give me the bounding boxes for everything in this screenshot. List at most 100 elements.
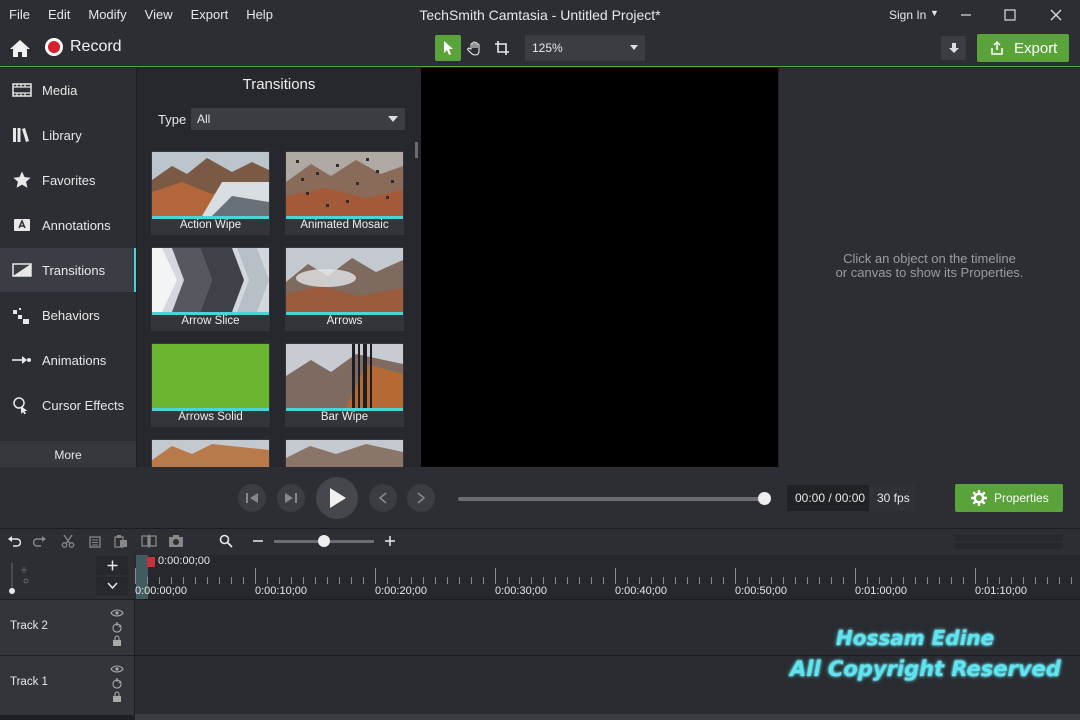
ruler-ticks (135, 568, 1072, 584)
sidebar-item-cursor-effects[interactable]: Cursor Effects (0, 383, 136, 427)
export-button[interactable]: Export (977, 34, 1069, 62)
previous-clip-button[interactable] (369, 484, 397, 512)
transition-thumb-arrows-solid[interactable]: Arrows Solid (151, 343, 270, 427)
main-toolbar: Record 125% Export (0, 29, 1080, 67)
sidebar-item-behaviors[interactable]: Behaviors (0, 293, 136, 337)
minimize-button[interactable] (951, 4, 981, 26)
transition-thumb-animated-mosaic[interactable]: Animated Mosaic (285, 151, 404, 235)
track-height-slider[interactable] (8, 561, 32, 595)
transition-thumb-arrow-slice[interactable]: Arrow Slice (151, 247, 270, 331)
redo-button[interactable] (32, 533, 48, 549)
scrubber-handle[interactable] (758, 492, 771, 505)
playback-scrubber[interactable] (458, 497, 764, 501)
thumb-label: Arrows (326, 315, 363, 327)
menu-view[interactable]: View (136, 7, 182, 22)
zoom-select[interactable]: 125% (525, 35, 645, 61)
close-button[interactable] (1041, 4, 1071, 26)
minus-icon (253, 540, 263, 542)
sidebar-item-transitions[interactable]: Transitions (0, 248, 136, 292)
zoom-out-button[interactable] (250, 533, 266, 549)
plus-icon (385, 536, 395, 546)
next-clip-button[interactable] (407, 484, 435, 512)
track-options-button[interactable] (96, 577, 128, 595)
record-icon[interactable] (45, 38, 63, 56)
close-icon (1050, 9, 1062, 21)
menu-help[interactable]: Help (237, 7, 282, 22)
chevron-down-icon[interactable]: ▼ (930, 8, 939, 18)
hand-icon (467, 41, 480, 56)
zoom-slider-handle[interactable] (318, 535, 330, 547)
home-button[interactable] (9, 38, 31, 61)
fps-value[interactable]: 30 fps (869, 485, 915, 511)
zoom-in-button[interactable] (382, 533, 398, 549)
menu-export[interactable]: Export (182, 7, 238, 22)
sidebar-item-label: Library (42, 128, 82, 143)
watermark-line-1: Hossam Edine (836, 626, 995, 650)
library-icon (13, 128, 29, 142)
maximize-button[interactable] (995, 4, 1025, 26)
sidebar-item-media[interactable]: Media (0, 68, 136, 112)
record-button[interactable]: Record (70, 38, 122, 56)
maximize-icon (1004, 9, 1016, 21)
step-forward-button[interactable] (277, 484, 305, 512)
thumb-label: Arrow Slice (181, 315, 240, 327)
crop-icon (495, 41, 509, 55)
preview-canvas[interactable] (421, 68, 778, 467)
timeline-scroll-area (955, 543, 1063, 549)
cursor-icon (13, 397, 28, 414)
properties-label: Properties (994, 491, 1049, 505)
select-tool[interactable] (435, 35, 461, 61)
undo-button[interactable] (6, 533, 22, 549)
add-track-button[interactable] (96, 556, 128, 575)
chevron-down-icon (630, 45, 638, 50)
track-controls-header (0, 555, 135, 599)
animation-icon (12, 356, 31, 364)
paste-button[interactable] (113, 533, 129, 549)
transition-thumb-bar-wipe[interactable]: Bar Wipe (285, 343, 404, 427)
type-dropdown[interactable]: All (191, 108, 405, 130)
sidebar-item-animations[interactable]: Animations (0, 338, 136, 382)
crop-tool[interactable] (489, 35, 515, 61)
split-button[interactable] (141, 533, 157, 549)
track-toggle-icons[interactable] (110, 664, 124, 704)
track-header[interactable]: Track 2 (0, 600, 135, 655)
sidebar-item-favorites[interactable]: Favorites (0, 158, 136, 202)
zoom-value: 125% (532, 41, 563, 55)
transition-thumb-arrows[interactable]: Arrows (285, 247, 404, 331)
ruler-tick-label: 0:00:10;00 (255, 585, 307, 597)
step-back-button[interactable] (238, 484, 266, 512)
transition-thumb-partial[interactable] (151, 439, 270, 467)
star-icon (13, 171, 31, 188)
copy-button[interactable] (87, 533, 103, 549)
menu-edit[interactable]: Edit (39, 7, 79, 22)
track-name: Track 1 (10, 676, 48, 688)
panel-scrollbar[interactable] (415, 142, 418, 158)
panel-title: Transitions (242, 76, 316, 93)
menu-modify[interactable]: Modify (79, 7, 135, 22)
track-header[interactable]: Track 1 (0, 656, 135, 715)
cut-button[interactable] (60, 533, 76, 549)
track-toggle-icons[interactable] (110, 608, 124, 648)
camera-icon (169, 535, 183, 547)
snapshot-button[interactable] (168, 533, 184, 549)
download-button[interactable] (941, 36, 966, 60)
sign-in-button[interactable]: Sign In (889, 8, 926, 22)
transition-icon (12, 263, 32, 277)
track-name: Track 2 (10, 620, 48, 632)
timeline-scroll-area (955, 535, 1063, 541)
menu-file[interactable]: File (0, 7, 39, 22)
play-button[interactable] (316, 477, 358, 519)
properties-button[interactable]: Properties (955, 484, 1063, 512)
transition-thumb-partial[interactable] (285, 439, 404, 467)
sidebar-item-annotations[interactable]: Annotations (0, 203, 136, 247)
more-button[interactable]: More (0, 441, 136, 467)
playhead-marker[interactable] (147, 557, 155, 567)
properties-hint: Click an object on the timeline or canva… (779, 252, 1080, 280)
transition-thumb-action-wipe[interactable]: Action Wipe (151, 151, 270, 235)
sidebar-item-library[interactable]: Library (0, 113, 136, 157)
timeline-ruler[interactable]: 0:00:00;00 0:00:00;00 0:00:10;00 0:00:20… (0, 555, 1080, 599)
pan-tool[interactable] (462, 35, 488, 61)
timeline-horizontal-scrollbar[interactable] (135, 714, 1080, 720)
zoom-to-fit-button[interactable] (218, 533, 234, 549)
chevron-right-icon (417, 492, 426, 504)
